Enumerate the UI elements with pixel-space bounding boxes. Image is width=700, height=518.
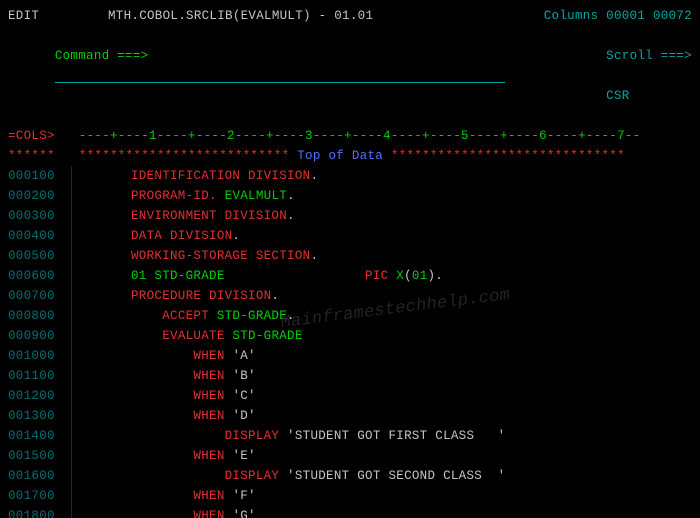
line-number-prefix[interactable]: 001400 [8,426,71,446]
code-text[interactable]: WHEN 'A' [131,346,692,366]
code-text[interactable]: WHEN 'G' [131,506,692,518]
code-text[interactable]: WORKING-STORAGE SECTION. [131,246,692,266]
source-line: 001100 WHEN 'B' [8,366,692,386]
line-number-prefix[interactable]: 001200 [8,386,71,406]
top-of-data-marker: ****** *************************** Top o… [8,146,692,166]
code-text[interactable]: WHEN 'C' [131,386,692,406]
source-line: 001800 WHEN 'G' [8,506,692,518]
source-line: 001500 WHEN 'E' [8,446,692,466]
line-number-prefix[interactable]: 001100 [8,366,71,386]
line-number-prefix[interactable]: 001000 [8,346,71,366]
source-area: 000100 IDENTIFICATION DIVISION. 000200 PROG… [8,166,692,518]
edit-mode-label: EDIT [8,6,108,26]
line-number-prefix[interactable]: 000300 [8,206,71,226]
line-number-prefix[interactable]: 001700 [8,486,71,506]
prefix-gap [71,246,131,266]
columns-label: Columns [544,6,599,26]
prefix-gap [71,206,131,226]
code-text[interactable]: ENVIRONMENT DIVISION. [131,206,692,226]
code-text[interactable]: WHEN 'D' [131,406,692,426]
code-text[interactable]: PROGRAM-ID. EVALMULT. [131,186,692,206]
line-number-prefix[interactable]: 000200 [8,186,71,206]
prefix-gap [71,166,131,186]
prefix-gap [71,406,131,426]
prefix-gap [71,286,131,306]
prefix-gap [71,426,131,446]
code-text[interactable]: DATA DIVISION. [131,226,692,246]
line-number-prefix[interactable]: 000700 [8,286,71,306]
line-number-prefix[interactable]: 001300 [8,406,71,426]
source-line: 000400 DATA DIVISION. [8,226,692,246]
prefix-gap [71,266,131,286]
prefix-gap [71,386,131,406]
prefix-gap [71,306,131,326]
source-line: 000300 ENVIRONMENT DIVISION. [8,206,692,226]
source-line: 001300 WHEN 'D' [8,406,692,426]
scroll-value[interactable]: CSR [606,89,629,103]
code-text[interactable]: IDENTIFICATION DIVISION. [131,166,692,186]
scroll-label: Scroll ===> [606,49,692,63]
prefix-gap [71,346,131,366]
line-number-prefix[interactable]: 000500 [8,246,71,266]
ruler-prefix: =COLS> [8,126,71,146]
ispf-editor-screen: EDIT MTH.COBOL.SRCLIB(EVALMULT) - 01.01 … [0,0,700,518]
source-line: 000700 PROCEDURE DIVISION. [8,286,692,306]
col-to: 00072 [653,6,692,26]
source-line: 000200 PROGRAM-ID. EVALMULT. [8,186,692,206]
prefix-gap [71,466,131,486]
header-line-1: EDIT MTH.COBOL.SRCLIB(EVALMULT) - 01.01 … [8,6,692,26]
source-line: 000100 IDENTIFICATION DIVISION. [8,166,692,186]
code-text[interactable]: 01 STD-GRADE PIC X(01). [131,266,692,286]
source-line: 001400 DISPLAY 'STUDENT GOT FIRST CLASS … [8,426,692,446]
line-number-prefix[interactable]: 000600 [8,266,71,286]
source-line: 001000 WHEN 'A' [8,346,692,366]
code-text[interactable]: PROCEDURE DIVISION. [131,286,692,306]
line-number-prefix[interactable]: 000800 [8,306,71,326]
prefix-gap [71,506,131,518]
prefix-gap [71,366,131,386]
source-line: 000600 01 STD-GRADE PIC X(01). [8,266,692,286]
source-line: 001700 WHEN 'F' [8,486,692,506]
code-text[interactable]: WHEN 'F' [131,486,692,506]
command-input[interactable] [55,66,505,83]
prefix-gap [71,186,131,206]
prefix-gap [71,326,131,346]
prefix-gap [71,226,131,246]
line-number-prefix[interactable]: 000900 [8,326,71,346]
code-text[interactable]: EVALUATE STD-GRADE [131,326,692,346]
prefix-gap [71,486,131,506]
source-line: 001200 WHEN 'C' [8,386,692,406]
line-number-prefix[interactable]: 000100 [8,166,71,186]
source-line: 000900 EVALUATE STD-GRADE [8,326,692,346]
line-number-prefix[interactable]: 000400 [8,226,71,246]
source-line: 001600 DISPLAY 'STUDENT GOT SECOND CLASS… [8,466,692,486]
prefix-gap [71,446,131,466]
command-line: Command ===> Scroll ===> CSR [8,26,692,126]
source-line: 000500 WORKING-STORAGE SECTION. [8,246,692,266]
column-ruler: =COLS> ----+----1----+----2----+----3---… [8,126,692,146]
command-prompt-label: Command ===> [55,49,149,63]
ruler-scale: ----+----1----+----2----+----3----+----4… [71,126,641,146]
source-line: 000800 ACCEPT STD-GRADE. [8,306,692,326]
line-number-prefix[interactable]: 001800 [8,506,71,518]
line-number-prefix[interactable]: 001500 [8,446,71,466]
code-text[interactable]: DISPLAY 'STUDENT GOT FIRST CLASS ' [131,426,692,446]
code-text[interactable]: ACCEPT STD-GRADE. [131,306,692,326]
code-text[interactable]: WHEN 'E' [131,446,692,466]
line-number-prefix[interactable]: 001600 [8,466,71,486]
code-text[interactable]: WHEN 'B' [131,366,692,386]
code-text[interactable]: DISPLAY 'STUDENT GOT SECOND CLASS ' [131,466,692,486]
col-from: 00001 [606,6,645,26]
dataset-name: MTH.COBOL.SRCLIB(EVALMULT) - 01.01 [108,6,544,26]
